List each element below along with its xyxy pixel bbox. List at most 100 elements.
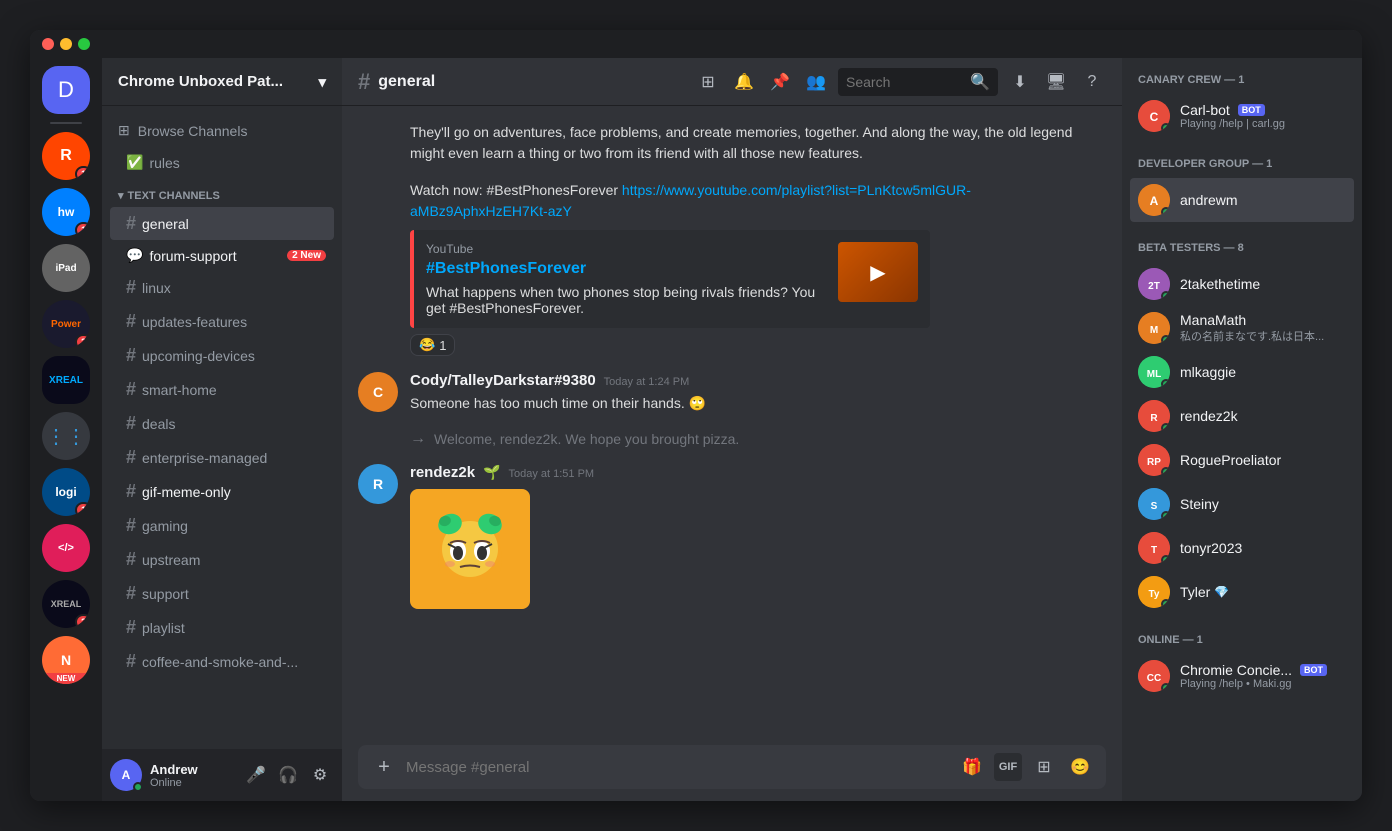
member-item-manamath[interactable]: M ManaMath 私の名前まなです.私は日本...	[1130, 306, 1354, 350]
message-content: They'll go on adventures, face problems,…	[410, 122, 1106, 164]
download-icon[interactable]: ⬇	[1006, 68, 1034, 96]
group-header-beta: BETA TESTERS — 8	[1130, 238, 1354, 258]
member-item-tyler[interactable]: Ty Tyler 💎	[1130, 570, 1354, 614]
member-item-andrewm[interactable]: A andrewm	[1130, 178, 1354, 222]
search-input[interactable]	[846, 74, 964, 90]
server-icon-reddit[interactable]: R 1	[42, 132, 90, 180]
hash-icon: #	[126, 447, 136, 468]
members-group-canary: CANARY CREW — 1 C Carl-bot BOT Playing /…	[1130, 70, 1354, 138]
svg-text:C: C	[1150, 110, 1159, 124]
server-icon-dots[interactable]: ⋮⋮	[42, 412, 90, 460]
message-row-cody: C Cody/TalleyDarkstar#9380 Today at 1:24…	[358, 372, 1106, 414]
members-icon[interactable]: 👥	[802, 68, 830, 96]
gif-button[interactable]: GIF	[994, 753, 1022, 781]
channel-item-coffee[interactable]: # coffee-and-smoke-and-...	[110, 645, 334, 678]
minimize-button[interactable]	[60, 38, 72, 50]
title-bar	[30, 30, 1362, 58]
channel-list: ⊞ Browse Channels ✅ rules ▾ TEXT CHANNEL…	[102, 106, 342, 749]
member-item-carlbot[interactable]: C Carl-bot BOT Playing /help | carl.gg	[1130, 94, 1354, 138]
reaction-button[interactable]: 😂 1	[410, 334, 455, 356]
app-window: D R 1 hw 1 iPad Power 2	[30, 30, 1362, 801]
browse-channels-icon: ⊞	[118, 122, 130, 139]
member-avatar: Ty	[1138, 576, 1170, 608]
member-status-indicator	[1161, 599, 1170, 608]
gift-button[interactable]: 🎁	[958, 753, 986, 781]
embed-desc: What happens when two phones stop being …	[426, 284, 826, 316]
channel-item-deals[interactable]: # deals	[110, 407, 334, 440]
apps-button[interactable]: ⊞	[1030, 753, 1058, 781]
emoji-button[interactable]: 😊	[1066, 753, 1094, 781]
message-row-rendez2k: R rendez2k 🌱 Today at 1:51 PM	[358, 464, 1106, 609]
server-icon-discord[interactable]: D	[42, 66, 90, 114]
member-item-mlkaggie[interactable]: ML mlkaggie	[1130, 350, 1354, 394]
message-time: Today at 1:51 PM	[508, 468, 594, 480]
text-channels-header[interactable]: ▾ TEXT CHANNELS	[102, 185, 342, 206]
channel-item-playlist[interactable]: # playlist	[110, 611, 334, 644]
channel-item-upstream[interactable]: # upstream	[110, 543, 334, 576]
hash-icon: #	[126, 583, 136, 604]
member-item-steiny[interactable]: S Steiny	[1130, 482, 1354, 526]
channel-item-rules[interactable]: ✅ rules	[110, 148, 334, 177]
help-icon[interactable]: ?	[1078, 68, 1106, 96]
system-message: → Welcome, rendez2k. We hope you brought…	[410, 430, 1106, 448]
headset-button[interactable]: 🎧	[274, 761, 302, 789]
notifications-icon[interactable]: 🔔	[730, 68, 758, 96]
server-name[interactable]: Chrome Unboxed Pat... ▾	[102, 58, 342, 106]
server-icon-logi[interactable]: logi 1	[42, 468, 90, 516]
server-icon-hw[interactable]: hw 1	[42, 188, 90, 236]
forum-icon: 💬	[126, 247, 143, 264]
svg-text:Ty: Ty	[1149, 589, 1160, 600]
message-content: rendez2k 🌱 Today at 1:51 PM	[410, 464, 1106, 609]
group-header-online: ONLINE — 1	[1130, 630, 1354, 650]
channel-item-linux[interactable]: # linux	[110, 271, 334, 304]
chat-header-icons: ⊞ 🔔 📌 👥 🔍 ⬇ 🖥 ?	[694, 68, 1106, 96]
channel-item-enterprise-managed[interactable]: # enterprise-managed	[110, 441, 334, 474]
user-avatar: A	[110, 759, 142, 791]
channel-item-upcoming-devices[interactable]: # upcoming-devices	[110, 339, 334, 372]
server-icon-xreal2[interactable]: XREAL 2	[42, 580, 90, 628]
member-status-indicator	[1161, 379, 1170, 388]
member-status-indicator	[1161, 423, 1170, 432]
server-icon-ipad[interactable]: iPad	[42, 244, 90, 292]
member-item-2takethetime[interactable]: 2T 2takethetime	[1130, 262, 1354, 306]
member-item-rendez2k[interactable]: R rendez2k	[1130, 394, 1354, 438]
channel-item-gif-meme-only[interactable]: # gif-meme-only	[110, 475, 334, 508]
server-icon-xreal[interactable]: XREAL	[42, 356, 90, 404]
channel-item-support[interactable]: # support	[110, 577, 334, 610]
browse-channels[interactable]: ⊞ Browse Channels	[102, 114, 342, 147]
pinned-icon[interactable]: 📌	[766, 68, 794, 96]
embed-title[interactable]: #BestPhonesForever	[426, 260, 826, 278]
channel-item-gaming[interactable]: # gaming	[110, 509, 334, 542]
chat-header: # general ⊞ 🔔 📌 👥 🔍 ⬇ 🖥 ?	[342, 58, 1122, 106]
message-text: They'll go on adventures, face problems,…	[410, 122, 1106, 164]
member-item-tonyr[interactable]: T tonyr2023	[1130, 526, 1354, 570]
server-divider	[50, 122, 82, 124]
channels-icon[interactable]: ⊞	[694, 68, 722, 96]
svg-text:T: T	[1151, 545, 1157, 556]
message-text: Watch now: #BestPhonesForever https://ww…	[410, 180, 1106, 222]
member-item-chromie[interactable]: CC Chromie Concie... BOT Playing /help •…	[1130, 654, 1354, 698]
embed-thumbnail: ▶	[838, 242, 918, 302]
channel-item-updates-features[interactable]: # updates-features	[110, 305, 334, 338]
channel-item-general[interactable]: # general	[110, 207, 334, 240]
server-icon-code[interactable]: </>	[42, 524, 90, 572]
members-group-beta: BETA TESTERS — 8 2T 2takethetime M	[1130, 238, 1354, 614]
server-icon-power[interactable]: Power 2	[42, 300, 90, 348]
member-item-rogue[interactable]: RP RogueProeliator	[1130, 438, 1354, 482]
channel-item-smart-home[interactable]: # smart-home	[110, 373, 334, 406]
mic-button[interactable]: 🎤	[242, 761, 270, 789]
stream-icon[interactable]: 🖥	[1042, 68, 1070, 96]
close-button[interactable]	[42, 38, 54, 50]
add-attachment-button[interactable]: +	[370, 753, 398, 781]
embed-card: YouTube #BestPhonesForever What happens …	[410, 230, 930, 328]
svg-text:R: R	[1150, 413, 1158, 424]
message-text: Someone has too much time on their hands…	[410, 393, 1106, 414]
svg-text:A: A	[1150, 194, 1159, 208]
chat-input[interactable]	[406, 759, 950, 776]
search-box[interactable]: 🔍	[838, 68, 998, 96]
server-icon-new[interactable]: N NEW	[42, 636, 90, 684]
channel-item-forum-support[interactable]: 💬 forum-support 2 New	[110, 241, 334, 270]
settings-button[interactable]: ⚙	[306, 761, 334, 789]
maximize-button[interactable]	[78, 38, 90, 50]
hash-icon: #	[126, 651, 136, 672]
